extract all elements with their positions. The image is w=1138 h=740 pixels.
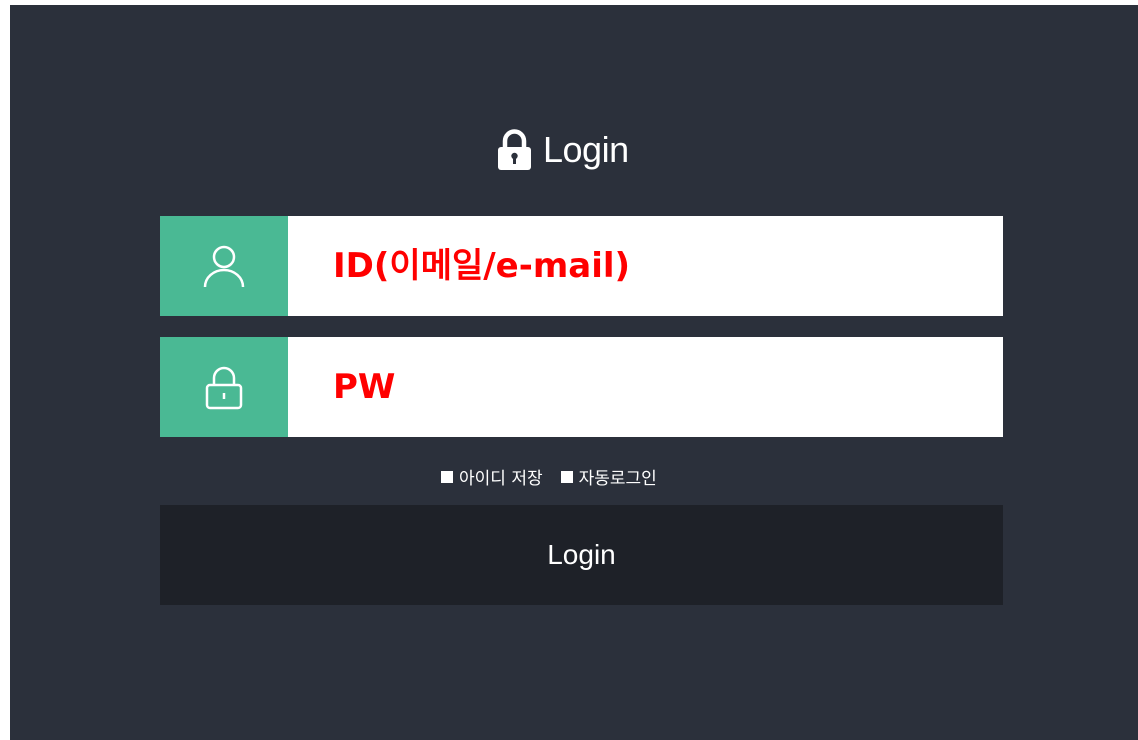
save-id-label: 아이디 저장: [459, 469, 543, 489]
auto-login-checkbox[interactable]: [560, 470, 573, 483]
auto-login-option[interactable]: 자동로그인: [560, 464, 657, 489]
password-input[interactable]: [288, 337, 1003, 437]
id-input[interactable]: [288, 216, 1003, 316]
id-field[interactable]: [160, 216, 1003, 316]
save-id-checkbox[interactable]: [441, 470, 453, 483]
pw-field-icon-box: [160, 337, 288, 437]
id-field-icon-box: [160, 216, 288, 316]
page-title: Login: [543, 129, 629, 170]
user-icon: [203, 245, 245, 288]
password-field[interactable]: [160, 337, 1003, 437]
login-panel: Login 아이디 저장 자동로그인 Login: [10, 5, 1138, 740]
auto-login-label: 자동로그인: [578, 469, 657, 489]
login-button[interactable]: Login: [160, 505, 1003, 605]
save-id-option[interactable]: 아이디 저장: [441, 464, 543, 489]
login-options: 아이디 저장 자동로그인: [441, 464, 657, 489]
lock-icon: [498, 129, 531, 170]
lock-icon: [205, 366, 243, 410]
login-header: Login: [496, 118, 629, 182]
